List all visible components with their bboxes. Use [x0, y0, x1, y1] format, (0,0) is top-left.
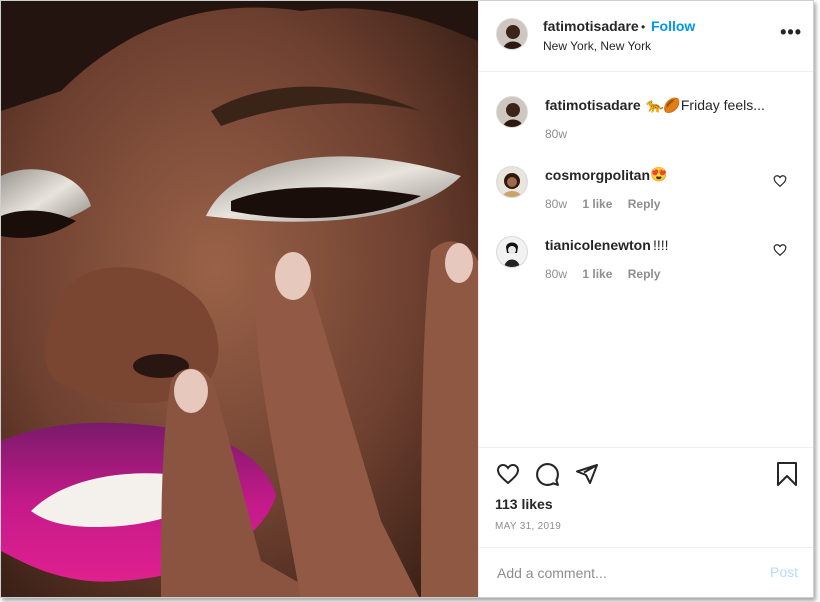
bookmark-icon[interactable]	[776, 461, 798, 487]
post-actions: 113 likes MAY 31, 2019	[479, 447, 813, 548]
caption-avatar-image	[497, 97, 527, 127]
post-side-panel: fatimotisadare • Follow New York, New Yo…	[478, 1, 813, 597]
comment-avatar[interactable]	[496, 166, 528, 198]
comment-username[interactable]: tianicolenewton	[545, 237, 651, 253]
like-heart-icon[interactable]	[495, 462, 521, 486]
caption-username[interactable]: fatimotisadare	[545, 97, 641, 113]
comment-meta: 80w 1 like Reply	[545, 197, 672, 211]
more-options-icon[interactable]: •••	[780, 22, 802, 43]
comment-avatar-image	[497, 237, 527, 267]
reply-button[interactable]: Reply	[628, 267, 661, 281]
caption-meta: 80w	[545, 127, 579, 141]
share-icon[interactable]	[575, 462, 599, 486]
comment-icon[interactable]	[535, 462, 560, 487]
comment-avatar-image	[497, 167, 527, 197]
author-avatar-image	[497, 19, 527, 49]
comment-likes[interactable]: 1 like	[582, 267, 612, 281]
add-comment-bar: Post	[479, 547, 813, 597]
comment-likes[interactable]: 1 like	[582, 197, 612, 211]
comment-text: 😍	[650, 166, 668, 182]
post-header: fatimotisadare • Follow New York, New Yo…	[479, 1, 813, 72]
author-avatar[interactable]	[496, 18, 528, 50]
comment-text: !!!!	[653, 237, 669, 253]
like-count[interactable]: 113 likes	[495, 496, 553, 512]
comment-like-heart-icon[interactable]	[773, 243, 787, 257]
comment-age: 80w	[545, 197, 568, 211]
comment-meta: 80w 1 like Reply	[545, 267, 672, 281]
makeup-closeup-image	[1, 1, 478, 597]
author-username[interactable]: fatimotisadare	[543, 18, 639, 34]
post-date: MAY 31, 2019	[495, 521, 562, 532]
follow-button[interactable]: Follow	[651, 18, 695, 34]
post-location[interactable]: New York, New York	[543, 39, 651, 53]
caption-age: 80w	[545, 127, 568, 141]
comment-avatar[interactable]	[496, 236, 528, 268]
comment-username[interactable]: cosmorgpolitan	[545, 167, 650, 183]
separator-dot: •	[641, 20, 646, 34]
comment-age: 80w	[545, 267, 568, 281]
post-comment-button[interactable]: Post	[770, 564, 798, 580]
caption-avatar[interactable]	[496, 96, 528, 128]
post-photo[interactable]	[1, 1, 478, 597]
comment-like-heart-icon[interactable]	[773, 174, 787, 188]
caption-text: 🐆🏉Friday feels...	[646, 97, 765, 113]
reply-button[interactable]: Reply	[628, 197, 661, 211]
instagram-post-modal: fatimotisadare • Follow New York, New Yo…	[0, 0, 814, 598]
add-comment-input[interactable]	[495, 562, 749, 584]
